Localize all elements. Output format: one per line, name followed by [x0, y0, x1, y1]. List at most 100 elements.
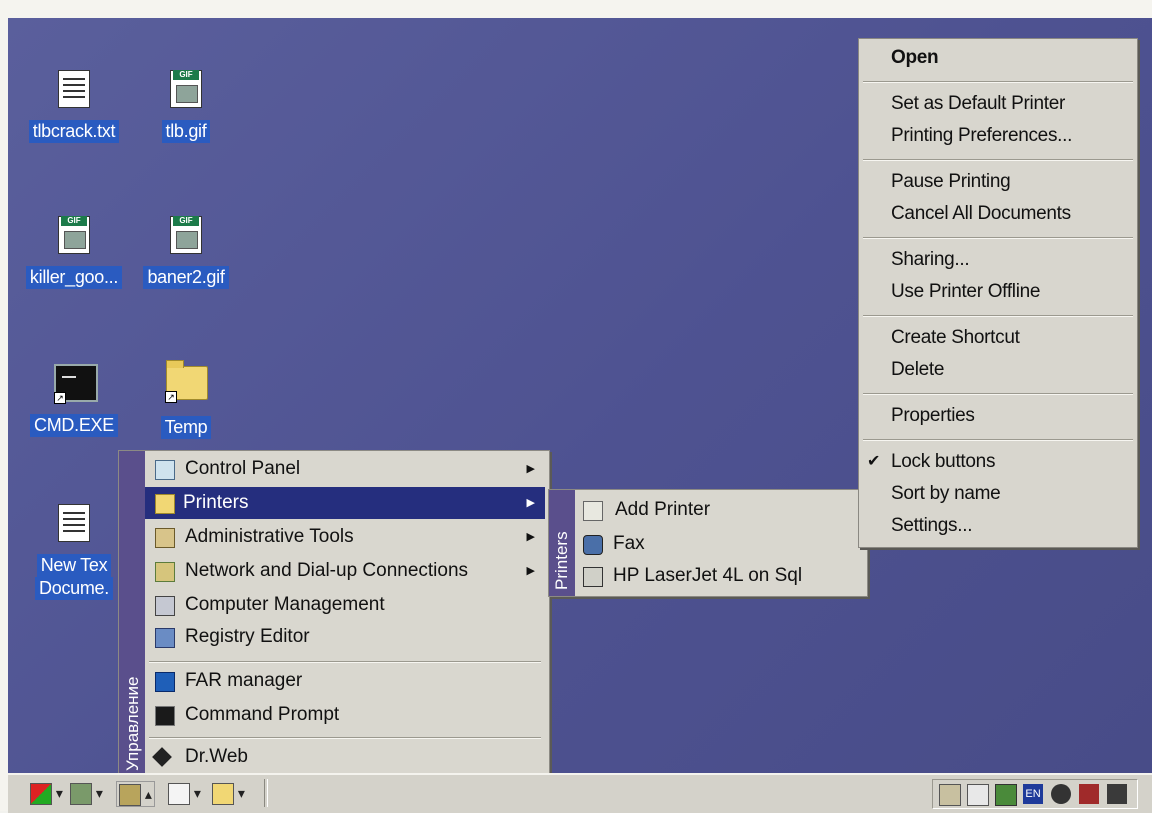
network-status-icon[interactable] [967, 784, 989, 806]
antivirus-icon[interactable] [1107, 784, 1127, 804]
submenu-arrow-icon: ▶ [526, 531, 535, 543]
menu-item-label: Dr.Web [185, 746, 249, 767]
menu-item-command-prompt[interactable]: Command Prompt [145, 699, 549, 731]
menu-item-label: Printers [183, 492, 249, 513]
desktop-icon-temp[interactable]: ↗ Temp [126, 358, 246, 439]
ctx-item-sort-by-name[interactable]: Sort by name [891, 483, 1001, 505]
toolbar-arrow-icon: ▾ [95, 785, 103, 801]
volume-icon[interactable] [939, 784, 961, 806]
menu-separator [863, 439, 1133, 441]
menu-item-computer-management[interactable]: Computer Management [145, 589, 549, 621]
text-file-icon [54, 504, 94, 548]
toolbar-start-flag[interactable]: ▾ [30, 781, 63, 806]
people-icon [70, 783, 92, 806]
toolbar-arrow-icon: ▾ [193, 785, 201, 801]
desktop-icon-tlb-gif[interactable]: GIF tlb.gif [126, 70, 246, 143]
submenu-item-label: Add Printer [615, 499, 711, 520]
check-mark-icon: ✔ [867, 453, 881, 470]
toolbar-arrow-icon: ▴ [144, 786, 152, 802]
registry-editor-icon [155, 628, 175, 648]
ctx-item-printing-preferences[interactable]: Printing Preferences... [891, 125, 1072, 147]
desktop-icon-label: CMD.EXE [30, 414, 118, 437]
submenu-item-label: Fax [613, 533, 645, 554]
command-prompt-icon [155, 706, 175, 726]
menu-item-printers[interactable]: Printers ▶ [145, 487, 545, 519]
shield-icon[interactable] [1079, 784, 1099, 804]
ctx-item-delete[interactable]: Delete [891, 359, 944, 381]
system-tray: EN [932, 779, 1138, 809]
folder-icon [212, 783, 234, 806]
start-flag-icon [30, 783, 52, 806]
menu-item-label: Computer Management [185, 594, 385, 615]
desktop-icon-label: killer_goo... [25, 266, 123, 289]
drweb-icon [152, 747, 172, 767]
app-icon[interactable] [995, 784, 1017, 806]
toolbar-people[interactable]: ▾ [70, 781, 103, 806]
window-icon [168, 783, 190, 806]
ctx-item-set-default-printer[interactable]: Set as Default Printer [891, 93, 1065, 115]
submenu-item-add-printer[interactable]: Add Printer [575, 494, 867, 526]
network-icon [155, 562, 175, 582]
menu-item-label: Registry Editor [185, 626, 310, 647]
ctx-item-create-shortcut[interactable]: Create Shortcut [891, 327, 1020, 349]
left-border [0, 0, 8, 811]
menu-separator [863, 81, 1133, 83]
top-border [0, 0, 1152, 18]
menu-separator [149, 661, 541, 663]
quicklaunch-menu: Управление Control Panel ▶ Printers ▶ Ad… [118, 450, 550, 780]
submenu-item-hp-laserjet[interactable]: HP LaserJet 4L on Sql [575, 560, 867, 592]
menu-item-control-panel[interactable]: Control Panel ▶ [145, 453, 549, 485]
submenu-arrow-icon: ▶ [526, 463, 535, 475]
toolbar-window[interactable]: ▾ [168, 781, 201, 806]
menu-separator [863, 237, 1133, 239]
desktop-icon-killer-goo[interactable]: GIF killer_goo... [14, 216, 134, 289]
add-printer-icon [583, 501, 603, 521]
toolbar-divider [264, 779, 268, 807]
ctx-item-cancel-all-documents[interactable]: Cancel All Documents [891, 203, 1071, 225]
submenu-arrow-icon: ▶ [526, 565, 535, 577]
submenu-band-label: Printers [552, 531, 571, 590]
desktop-icon-baner2[interactable]: GIF baner2.gif [126, 216, 246, 289]
printers-folder-icon [155, 494, 175, 514]
desktop-icon-label-line1: New Tex [36, 554, 112, 577]
menu-item-drweb[interactable]: Dr.Web [145, 741, 549, 773]
taskbar: ▾ ▾ ▴ ▾ ▾ EN [8, 773, 1152, 813]
admin-tools-icon [155, 528, 175, 548]
menu-item-administrative-tools[interactable]: Administrative Tools ▶ [145, 521, 549, 553]
menu-item-far-manager[interactable]: FAR manager [145, 665, 549, 697]
desktop-icon-new-text-document[interactable]: New Tex Docume. [14, 504, 134, 600]
submenu-arrow-icon: ▶ [526, 497, 535, 509]
menu-side-band: Управление [119, 451, 145, 779]
submenu-item-fax[interactable]: Fax [575, 528, 867, 560]
submenu-item-label: HP LaserJet 4L on Sql [613, 565, 803, 586]
menu-separator [863, 159, 1133, 161]
ctx-item-use-printer-offline[interactable]: Use Printer Offline [891, 281, 1040, 303]
menu-item-network-connections[interactable]: Network and Dial-up Connections ▶ [145, 555, 549, 587]
cmd-shortcut-icon: ↗ [54, 364, 98, 408]
desktop-icon-label: tlb.gif [161, 120, 211, 143]
ctx-item-settings[interactable]: Settings... [891, 515, 973, 537]
toolbar-arrow-icon: ▾ [55, 785, 63, 801]
toolbar-network[interactable]: ▴ [116, 781, 155, 807]
menu-item-registry-editor[interactable]: Registry Editor [145, 621, 549, 653]
menu-band-label: Управление [123, 676, 142, 771]
submenu-side-band: Printers [549, 490, 575, 596]
menu-item-label: FAR manager [185, 670, 303, 691]
menu-item-label: Command Prompt [185, 704, 340, 725]
printer-icon [583, 567, 603, 587]
ctx-item-lock-buttons[interactable]: Lock buttons [891, 451, 995, 473]
ctx-item-open[interactable]: Open [891, 47, 939, 69]
language-icon[interactable]: EN [1023, 784, 1043, 804]
toolbar-folder[interactable]: ▾ [212, 781, 245, 806]
menu-item-label: Control Panel [185, 458, 301, 479]
ctx-item-pause-printing[interactable]: Pause Printing [891, 171, 1011, 193]
menu-separator [149, 737, 541, 739]
desktop-icon-cmd[interactable]: ↗ CMD.EXE [14, 358, 134, 437]
desktop-icon-tlbcrack[interactable]: tlbcrack.txt [14, 70, 134, 143]
desktop-icon-label-line2: Docume. [35, 577, 113, 600]
eye-icon[interactable] [1051, 784, 1071, 804]
ctx-item-properties[interactable]: Properties [891, 405, 975, 427]
ctx-item-sharing[interactable]: Sharing... [891, 249, 970, 271]
menu-separator [863, 393, 1133, 395]
folder-shortcut-icon: ↗ [165, 360, 208, 410]
